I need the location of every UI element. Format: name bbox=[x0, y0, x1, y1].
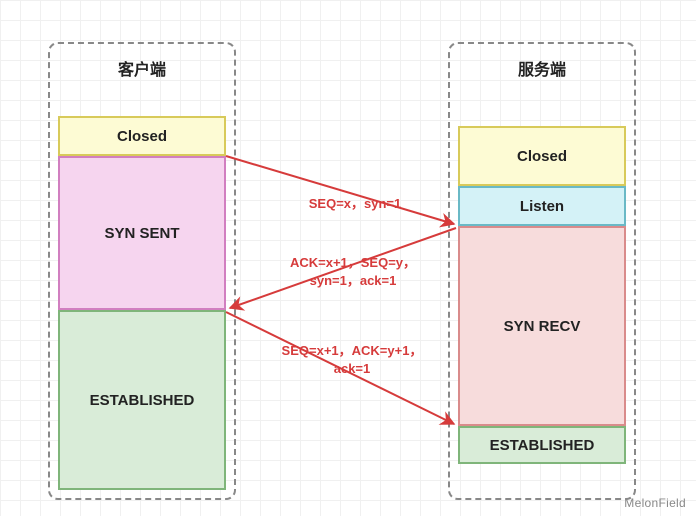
server-state-syn-recv: SYN RECV bbox=[458, 226, 626, 426]
client-title: 客户端 bbox=[50, 44, 234, 94]
diagram-canvas: 客户端 Closed SYN SENT ESTABLISHED 服务端 Clos… bbox=[0, 0, 696, 516]
server-title: 服务端 bbox=[450, 44, 634, 94]
arrow-syn bbox=[226, 156, 454, 224]
client-state-closed: Closed bbox=[58, 116, 226, 156]
client-state-closed-label: Closed bbox=[117, 128, 167, 145]
client-state-established: ESTABLISHED bbox=[58, 310, 226, 490]
client-state-syn-sent: SYN SENT bbox=[58, 156, 226, 310]
server-state-established-label: ESTABLISHED bbox=[490, 437, 595, 454]
server-state-listen: Listen bbox=[458, 186, 626, 226]
watermark: MelonField bbox=[624, 496, 686, 510]
server-state-listen-label: Listen bbox=[520, 198, 564, 215]
server-state-closed-label: Closed bbox=[517, 148, 567, 165]
msg-syn: SEQ=x，syn=1 bbox=[270, 195, 440, 213]
server-state-established: ESTABLISHED bbox=[458, 426, 626, 464]
server-state-syn-recv-label: SYN RECV bbox=[504, 318, 581, 335]
client-state-established-label: ESTABLISHED bbox=[90, 392, 195, 409]
server-state-closed: Closed bbox=[458, 126, 626, 186]
msg-syn-ack: ACK=x+1，SEQ=y， syn=1，ack=1 bbox=[258, 254, 448, 289]
msg-ack: SEQ=x+1，ACK=y+1， ack=1 bbox=[252, 342, 452, 377]
client-state-syn-sent-label: SYN SENT bbox=[104, 225, 179, 242]
